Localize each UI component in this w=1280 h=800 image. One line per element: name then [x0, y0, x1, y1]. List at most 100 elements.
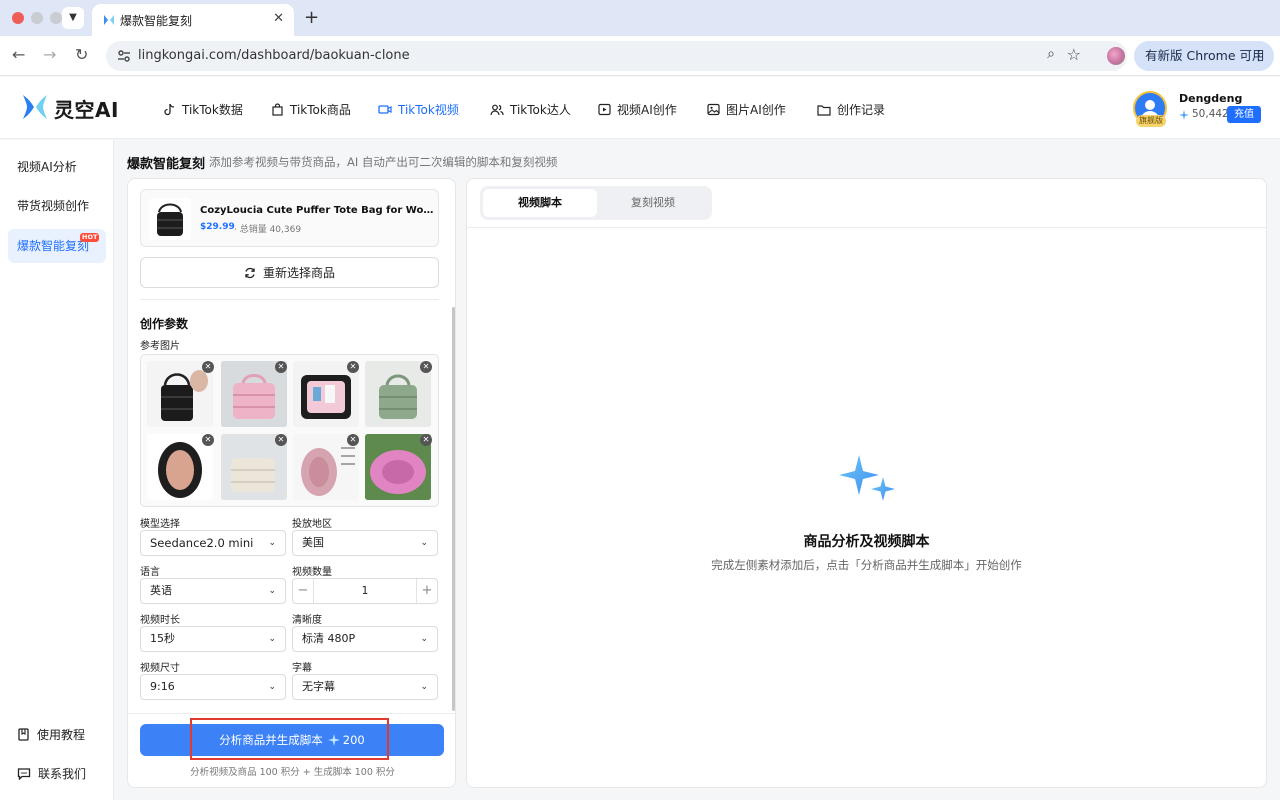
tab-title: 爆款智能复刻 — [120, 14, 193, 28]
user-name: Dengdeng — [1179, 92, 1243, 105]
chevron-down-icon: ⌄ — [268, 538, 276, 548]
remove-image-icon[interactable]: ✕ — [420, 434, 432, 446]
folder-icon — [817, 104, 831, 116]
resolution-label: 清晰度 — [292, 615, 322, 626]
duration-value: 15秒 — [150, 632, 175, 645]
chrome-update-button[interactable]: 有新版 Chrome 可用 ⋮ — [1134, 41, 1274, 71]
remove-image-icon[interactable]: ✕ — [347, 361, 359, 373]
sidebar-item-viral-clone[interactable]: 爆款智能复刻 HOT — [8, 229, 106, 263]
remove-image-icon[interactable]: ✕ — [202, 361, 214, 373]
app-header: 灵空AI TikTok数据 TikTok商品 TikTok视频 TikTok达人… — [0, 77, 1280, 139]
resolution-select[interactable]: 标清 480P ⌄ — [292, 626, 438, 652]
video-icon — [378, 105, 392, 114]
nav-label: 图片AI创作 — [726, 103, 786, 117]
selected-product-card[interactable]: CozyLoucia Cute Puffer Tote Bag for Wome… — [140, 189, 439, 247]
model-label: 模型选择 — [140, 519, 180, 530]
model-value: Seedance2.0 mini — [150, 536, 254, 550]
decrement-button[interactable]: − — [293, 579, 313, 603]
tab-close-icon[interactable]: ✕ — [273, 11, 284, 26]
browser-tab-bar: ▼ 爆款智能复刻 ✕ + — [0, 0, 1280, 36]
sidebar-item-video-ai-analysis[interactable]: 视频AI分析 — [8, 150, 106, 184]
video-count-value[interactable]: 1 — [313, 579, 417, 603]
subtitle-select[interactable]: 无字幕 ⌄ — [292, 674, 438, 700]
bookmark-star-icon[interactable]: ☆ — [1067, 45, 1081, 64]
creation-panel: CozyLoucia Cute Puffer Tote Bag for Wome… — [127, 178, 456, 788]
increment-button[interactable]: + — [417, 579, 437, 603]
film-icon — [598, 103, 611, 116]
browser-toolbar: ← → ↻ lingkongai.com/dashboard/baokuan-c… — [0, 36, 1280, 76]
language-select[interactable]: 英语 ⌄ — [140, 578, 286, 604]
nav-label: TikTok达人 — [510, 103, 571, 117]
url-text: lingkongai.com/dashboard/baokuan-clone — [138, 48, 410, 63]
chevron-down-icon: ⌄ — [420, 538, 428, 548]
subtitle-label: 字幕 — [292, 663, 312, 674]
remove-image-icon[interactable]: ✕ — [275, 361, 287, 373]
nav-video-ai-create[interactable]: 视频AI创作 — [598, 101, 677, 118]
sidebar-bottom-label: 使用教程 — [37, 728, 86, 742]
product-sales: · 总销量 40,369 — [234, 225, 302, 235]
product-thumbnail — [149, 198, 191, 240]
maximize-window-button[interactable] — [50, 12, 62, 24]
nav-image-ai-create[interactable]: 图片AI创作 — [707, 101, 786, 118]
model-select[interactable]: Seedance2.0 mini ⌄ — [140, 530, 286, 556]
chevron-down-icon: ⌄ — [420, 682, 428, 692]
recharge-button[interactable]: 充值 — [1227, 106, 1261, 123]
language-label: 语言 — [140, 567, 160, 578]
profile-extension-icon[interactable] — [1107, 47, 1125, 65]
back-icon[interactable]: ← — [12, 45, 25, 64]
sidebar-item-label: 视频AI分析 — [17, 160, 77, 174]
refresh-icon — [245, 267, 255, 278]
zoom-icon[interactable]: ⌕ — [1047, 46, 1055, 62]
empty-state-title: 商品分析及视频脚本 — [803, 534, 930, 550]
reload-icon[interactable]: ↻ — [75, 45, 88, 64]
duration-select[interactable]: 15秒 ⌄ — [140, 626, 286, 652]
nav-label: TikTok视频 — [398, 103, 459, 117]
remove-image-icon[interactable]: ✕ — [347, 434, 359, 446]
region-select[interactable]: 美国 ⌄ — [292, 530, 438, 556]
reselect-product-button[interactable]: 重新选择商品 — [140, 257, 439, 288]
result-tabs: 视频脚本 复刻视频 — [480, 186, 712, 220]
close-window-button[interactable] — [12, 12, 24, 24]
remove-image-icon[interactable]: ✕ — [202, 434, 214, 446]
product-price: $29.99 — [200, 222, 235, 232]
nav-tiktok-products[interactable]: TikTok商品 — [271, 101, 351, 118]
favicon-icon — [104, 15, 114, 25]
nav-tiktok-data[interactable]: TikTok数据 — [163, 101, 243, 118]
subtitle-value: 无字幕 — [302, 680, 335, 693]
chevron-down-icon: ⌄ — [268, 634, 276, 644]
sidebar-tutorial[interactable]: 使用教程 — [17, 726, 85, 743]
users-icon — [490, 104, 504, 116]
nav-label: TikTok商品 — [290, 103, 351, 117]
sidebar-item-sales-video-create[interactable]: 带货视频创作 — [8, 189, 106, 223]
tab-clone-video[interactable]: 复刻视频 — [596, 189, 710, 217]
tab-video-script[interactable]: 视频脚本 — [483, 189, 597, 217]
minimize-window-button[interactable] — [31, 12, 43, 24]
nav-tiktok-creators[interactable]: TikTok达人 — [490, 101, 571, 118]
nav-label: 视频AI创作 — [617, 103, 677, 117]
membership-badge: 旗舰版 — [1136, 115, 1166, 127]
site-settings-icon[interactable] — [116, 48, 132, 64]
panel-scrollbar[interactable] — [452, 307, 455, 711]
more-menu-icon[interactable]: ⋮ — [1252, 41, 1266, 71]
forward-icon[interactable]: → — [43, 45, 56, 64]
video-count-stepper[interactable]: − 1 + — [292, 578, 438, 604]
sparkles-icon — [839, 455, 895, 501]
nav-label: 创作记录 — [837, 103, 886, 117]
size-select[interactable]: 9:16 ⌄ — [140, 674, 286, 700]
browser-tab[interactable]: 爆款智能复刻 ✕ — [92, 4, 294, 36]
sparkle-icon — [1179, 110, 1189, 120]
new-tab-icon[interactable]: + — [304, 7, 319, 28]
nav-creation-records[interactable]: 创作记录 — [817, 101, 885, 118]
sidebar-contact[interactable]: 联系我们 — [17, 765, 86, 782]
chat-icon — [17, 768, 31, 780]
nav-tiktok-videos[interactable]: TikTok视频 — [378, 101, 459, 118]
hot-badge: HOT — [80, 233, 100, 242]
tab-search-chevron-icon[interactable]: ▼ — [62, 7, 84, 29]
ref-images-label: 参考图片 — [140, 341, 180, 352]
address-bar[interactable]: lingkongai.com/dashboard/baokuan-clone ⌕… — [106, 41, 1127, 71]
tiktok-icon — [164, 103, 175, 116]
remove-image-icon[interactable]: ✕ — [275, 434, 287, 446]
empty-state-description: 完成左侧素材添加后，点击「分析商品并生成脚本」开始创作 — [711, 558, 1022, 572]
sidebar-item-label: 带货视频创作 — [17, 199, 90, 213]
remove-image-icon[interactable]: ✕ — [420, 361, 432, 373]
